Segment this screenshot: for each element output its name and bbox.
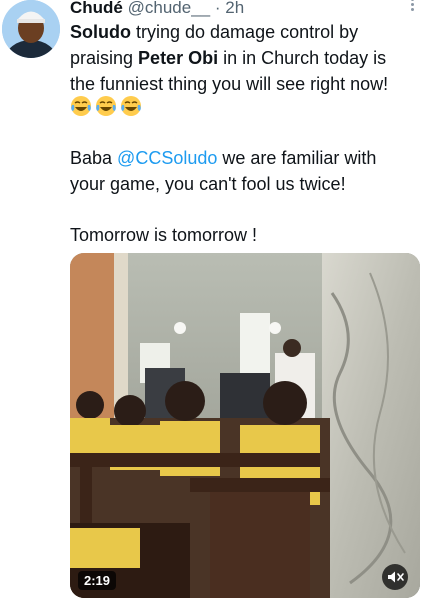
avatar[interactable] [2, 0, 60, 58]
tears-of-joy-emoji [71, 96, 91, 116]
separator-dot: · [214, 0, 221, 17]
tweet-timestamp[interactable]: 2h [225, 0, 244, 17]
mention-link[interactable]: @CCSoludo [117, 148, 217, 168]
tweet-text-line-6: Tomorrow is tomorrow ! [70, 225, 258, 245]
tweet-text-line-2: praising Peter Obi in in Church today is [70, 45, 420, 71]
tweet-text-line-1: Soludo trying do damage control by [70, 19, 420, 45]
more-options-icon[interactable] [409, 0, 415, 14]
speaker-muted-icon-glyph [388, 571, 404, 583]
tears-of-joy-emoji [96, 96, 116, 116]
emoji-row [70, 95, 142, 119]
tweet-header: Chudé @chude__ · 2h [70, 0, 244, 19]
author-handle[interactable]: @chude__ [128, 0, 211, 17]
speaker-muted-icon[interactable] [382, 564, 408, 590]
tweet-text-line-5: your game, you can't fool us twice! [70, 174, 346, 194]
text-segment: we are familiar with [217, 148, 377, 168]
tears-of-joy-emoji [121, 96, 141, 116]
text-segment: trying do damage control by [131, 22, 359, 42]
tweet-text-line-3: the funniest thing you will see right no… [70, 74, 389, 94]
avatar-photo [2, 0, 60, 58]
video-player[interactable]: 2:19 [70, 253, 420, 598]
video-duration: 2:19 [78, 571, 117, 590]
bold-text-peter-obi: Peter Obi [138, 48, 219, 68]
bold-text-soludo: Soludo [70, 22, 131, 42]
video-thumbnail [70, 253, 420, 598]
text-segment: Baba [70, 148, 118, 168]
author-name[interactable]: Chudé [70, 0, 123, 17]
text-segment: in in Church today is [218, 48, 387, 68]
tweet-text-line-4: Baba @CCSoludo we are familiar with [70, 145, 420, 171]
text-segment: praising [70, 48, 139, 68]
